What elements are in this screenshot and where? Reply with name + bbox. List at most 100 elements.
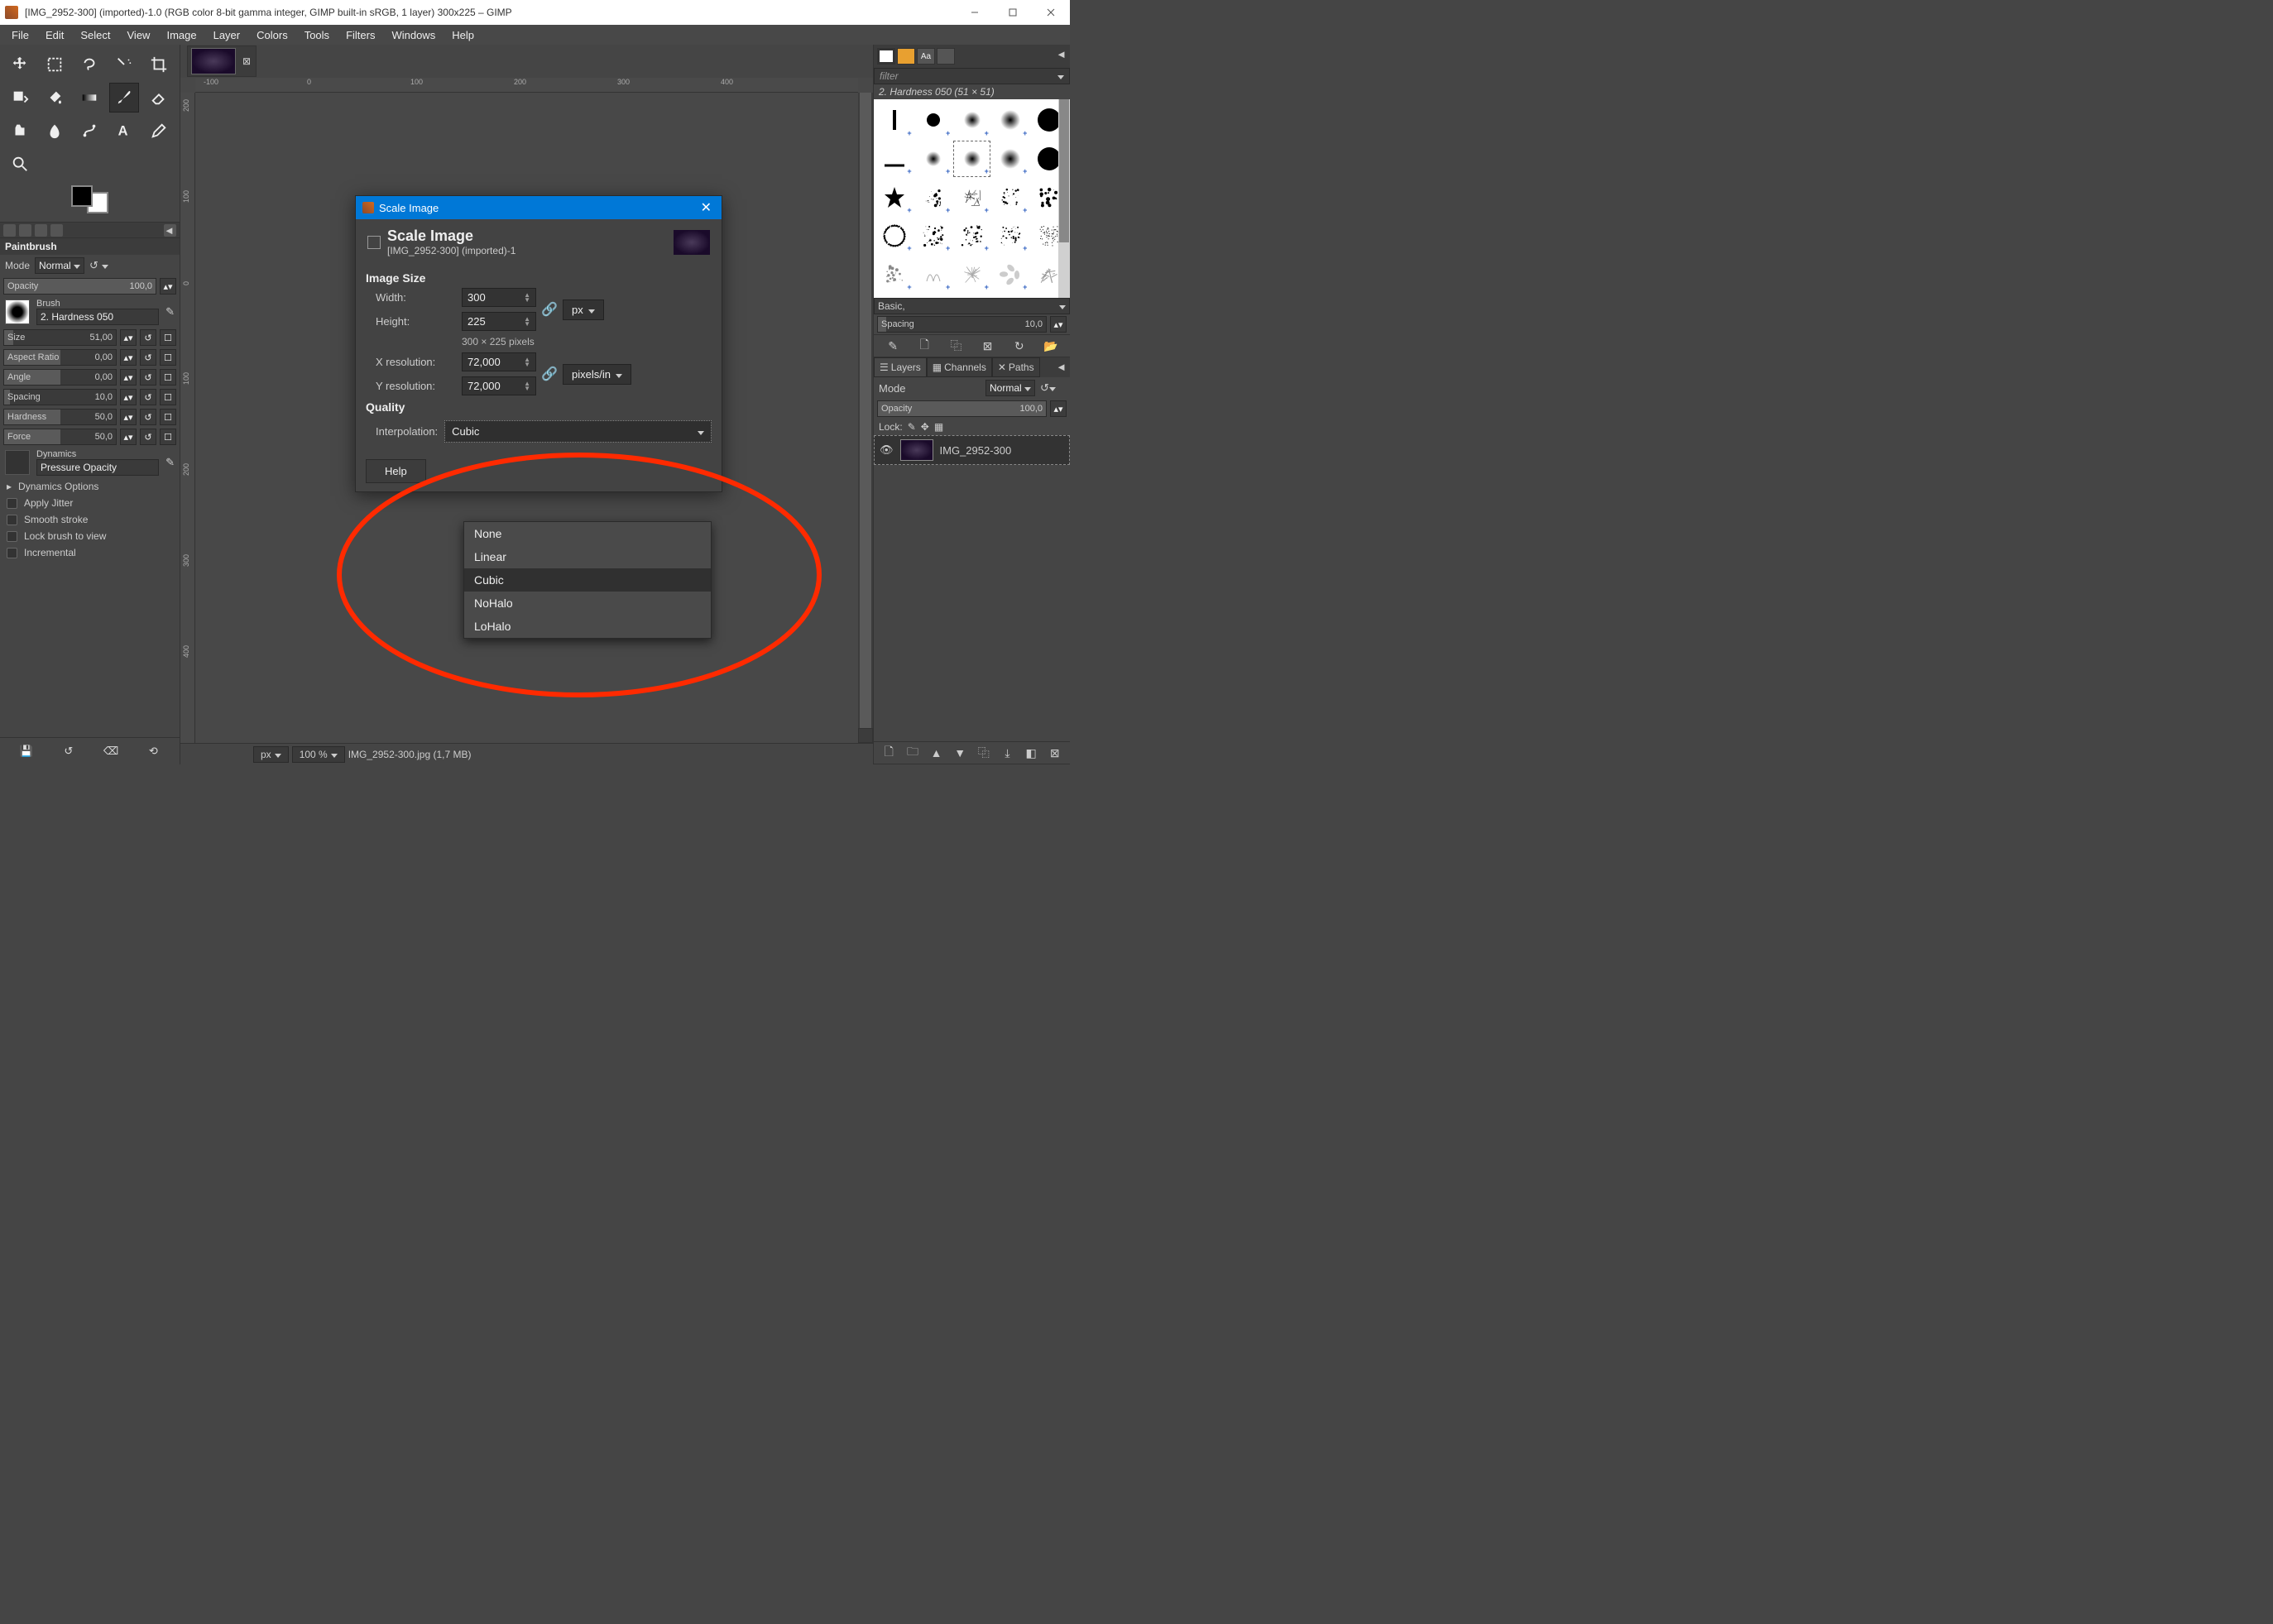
spinner[interactable]: ▴▾ xyxy=(120,349,137,366)
lock-pixels-icon[interactable]: ✎ xyxy=(908,421,916,433)
layer-item[interactable]: 👁 IMG_2952-300 xyxy=(874,435,1070,465)
spacing-spinner[interactable]: ▴▾ xyxy=(1050,316,1067,333)
merge-layer-icon[interactable]: ⤓ xyxy=(1000,745,1014,760)
height-input[interactable]: 225▲▼ xyxy=(462,312,536,331)
angle-slider[interactable]: Angle0,00 xyxy=(3,369,117,386)
dynamics-select[interactable]: Pressure Opacity xyxy=(36,459,159,476)
tab-layers[interactable]: ☰Layers xyxy=(874,357,927,377)
move-tool[interactable] xyxy=(5,50,35,79)
brush-cell[interactable]: + xyxy=(993,218,1029,254)
document-tab[interactable]: ⊠ xyxy=(187,46,257,77)
duplicate-brush-icon[interactable]: ⿻ xyxy=(948,338,963,353)
menu-windows[interactable]: Windows xyxy=(383,26,444,44)
tab-fonts-icon[interactable]: Aa xyxy=(917,48,935,65)
maximize-button[interactable] xyxy=(994,0,1032,25)
dynamics-edit-button[interactable]: ✎ xyxy=(165,456,175,469)
tab-history[interactable] xyxy=(35,224,47,237)
edit-brush-icon[interactable]: ✎ xyxy=(885,338,900,353)
spacing-slider[interactable]: Spacing10,0 xyxy=(3,389,117,405)
tab-brushes-icon[interactable] xyxy=(877,48,895,65)
dialog-titlebar[interactable]: Scale Image ✕ xyxy=(356,196,722,219)
layer-mode-select[interactable]: Normal xyxy=(985,380,1035,396)
spinner[interactable]: ▴▾ xyxy=(120,409,137,425)
help-button[interactable]: Help xyxy=(366,459,426,483)
visibility-icon[interactable]: 👁 xyxy=(880,443,894,457)
brush-select[interactable]: 2. Hardness 050 xyxy=(36,309,159,325)
width-input[interactable]: 300▲▼ xyxy=(462,288,536,307)
brush-cell[interactable]: + xyxy=(954,218,990,254)
ruler-vertical[interactable]: 2001000100200300400 xyxy=(180,93,195,743)
transform-tool[interactable] xyxy=(5,83,35,113)
xres-input[interactable]: 72,000▲▼ xyxy=(462,352,536,371)
brush-cell[interactable]: + xyxy=(993,103,1029,138)
brush-spacing-slider[interactable]: Spacing10,0 xyxy=(877,316,1047,333)
check-dynamics-options[interactable]: ▸Dynamics Options xyxy=(0,478,180,495)
minimize-button[interactable] xyxy=(956,0,994,25)
dropdown-option-none[interactable]: None xyxy=(464,522,711,545)
reset-icon[interactable]: ↺ xyxy=(140,349,156,366)
restore-icon[interactable]: ↺ xyxy=(60,743,77,759)
menu-select[interactable]: Select xyxy=(72,26,118,44)
paintbrush-tool[interactable] xyxy=(109,83,139,113)
brush-cell[interactable]: + xyxy=(993,256,1029,292)
menu-file[interactable]: File xyxy=(3,26,37,44)
spinner[interactable]: ▴▾ xyxy=(120,389,137,405)
link-icon[interactable]: ☐ xyxy=(160,409,176,425)
status-unit-select[interactable]: px xyxy=(253,746,289,763)
menu-help[interactable]: Help xyxy=(444,26,482,44)
brush-cell[interactable]: + xyxy=(916,141,952,177)
smudge-tool[interactable] xyxy=(40,116,70,146)
check-smooth-stroke[interactable]: Smooth stroke xyxy=(0,511,180,528)
new-layer-icon[interactable]: 🗋 xyxy=(881,745,896,760)
link-icon[interactable]: ☐ xyxy=(160,369,176,386)
mask-layer-icon[interactable]: ◧ xyxy=(1024,745,1038,760)
hardness-slider[interactable]: Hardness50,0 xyxy=(3,409,117,425)
brush-cell[interactable]: + xyxy=(916,256,952,292)
tab-paths[interactable]: ✕Paths xyxy=(992,357,1040,377)
eraser-tool[interactable] xyxy=(144,83,174,113)
tab-history-icon[interactable] xyxy=(937,48,955,65)
brush-cell[interactable]: + xyxy=(954,180,990,215)
size-unit-select[interactable]: px xyxy=(563,299,604,320)
tab-channels[interactable]: ▦Channels xyxy=(927,357,992,377)
brush-cell[interactable]: + xyxy=(877,256,913,292)
dialog-close-icon[interactable]: ✕ xyxy=(698,199,715,216)
aspect-ratio-slider[interactable]: Aspect Ratio0,00 xyxy=(3,349,117,366)
link-icon[interactable]: ☐ xyxy=(160,389,176,405)
lock-position-icon[interactable]: ✥ xyxy=(921,421,929,433)
rect-select-tool[interactable] xyxy=(40,50,70,79)
menu-tools[interactable]: Tools xyxy=(296,26,338,44)
yres-input[interactable]: 72,000▲▼ xyxy=(462,376,536,395)
brush-preview-icon[interactable] xyxy=(5,299,30,324)
fuzzy-select-tool[interactable] xyxy=(109,50,139,79)
tab-images[interactable] xyxy=(50,224,63,237)
reset-icon[interactable]: ↺ xyxy=(140,409,156,425)
brush-cell[interactable]: + xyxy=(993,180,1029,215)
mode-reset-button[interactable]: ↺ xyxy=(89,259,117,272)
brush-cell[interactable]: + xyxy=(954,256,990,292)
brush-cell[interactable]: + xyxy=(916,218,952,254)
brush-filter-input[interactable]: filter xyxy=(874,68,1070,84)
link-icon[interactable]: ☐ xyxy=(160,429,176,445)
duplicate-layer-icon[interactable]: ⿻ xyxy=(976,745,991,760)
reset-icon[interactable]: ⟲ xyxy=(145,743,161,759)
tab-device[interactable] xyxy=(19,224,31,237)
delete-icon[interactable]: ⌫ xyxy=(103,743,119,759)
group-layer-icon[interactable]: 🗀 xyxy=(905,745,920,760)
refresh-brush-icon[interactable]: ↻ xyxy=(1012,338,1027,353)
brush-cell[interactable]: + xyxy=(916,103,952,138)
raise-layer-icon[interactable]: ▲ xyxy=(929,745,944,760)
layer-opacity-spinner[interactable]: ▴▾ xyxy=(1050,400,1067,417)
res-unit-select[interactable]: pixels/in xyxy=(563,364,631,385)
force-slider[interactable]: Force50,0 xyxy=(3,429,117,445)
check-lock-brush-to-view[interactable]: Lock brush to view xyxy=(0,528,180,544)
ruler-horizontal[interactable]: -1000100200300400 xyxy=(195,78,858,93)
dropdown-option-linear[interactable]: Linear xyxy=(464,545,711,568)
brush-grid[interactable]: +++++++++++++++++++++++++ xyxy=(874,99,1070,298)
tab-menu-icon[interactable]: ◄ xyxy=(1056,48,1067,65)
color-swatch[interactable] xyxy=(71,185,108,213)
reset-icon[interactable]: ↺ xyxy=(140,429,156,445)
link-icon[interactable]: ☐ xyxy=(160,349,176,366)
free-select-tool[interactable] xyxy=(74,50,104,79)
crop-tool[interactable] xyxy=(144,50,174,79)
